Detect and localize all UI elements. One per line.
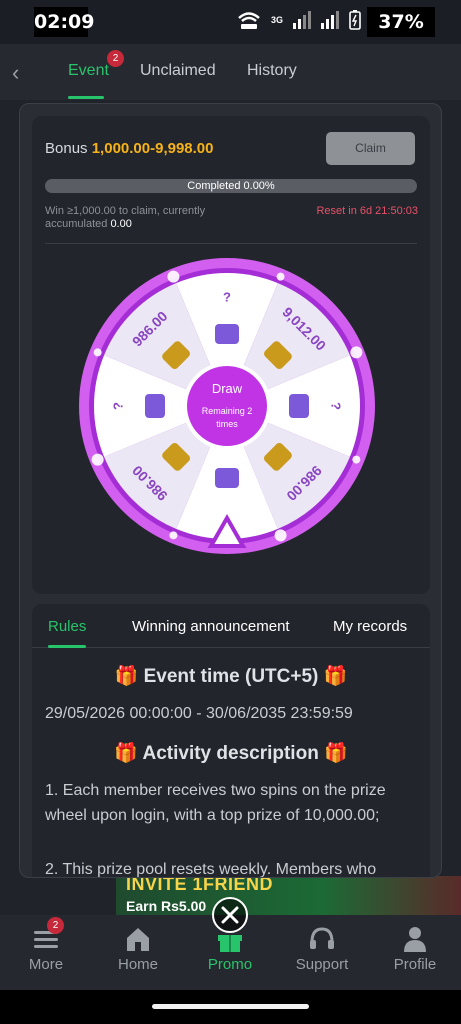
- rim-light: [91, 453, 104, 466]
- prize-icon: [215, 324, 239, 344]
- rim-light: [352, 455, 361, 464]
- banner-subtitle: Earn Rs5.00: [126, 898, 207, 914]
- nav-home-label: Home: [117, 956, 158, 973]
- close-icon: [221, 906, 239, 924]
- rule-paragraph-2: 2. This prize pool resets weekly. Member…: [45, 861, 377, 878]
- network-type: 3G: [270, 15, 283, 25]
- battery-icon: [349, 10, 361, 30]
- wheel-segment-label: ?: [329, 402, 344, 410]
- back-arrow-icon[interactable]: ‹: [12, 60, 19, 86]
- prize-icon: [145, 394, 165, 418]
- tab-winning-announcement[interactable]: Winning announcement: [132, 618, 290, 635]
- nav-support[interactable]: Support: [276, 915, 368, 990]
- rim-light: [274, 529, 287, 542]
- claim-button[interactable]: Claim: [326, 132, 415, 165]
- wheel-segment-label: ?: [223, 289, 231, 304]
- nav-promo-label: Promo: [207, 956, 253, 973]
- rim-light: [93, 348, 102, 357]
- more-badge: 2: [47, 917, 64, 934]
- prize-icon: [289, 394, 309, 418]
- banner-title: INVITE 1FRIEND: [126, 876, 274, 894]
- status-bar: 02:09 3G 37%: [0, 0, 461, 44]
- wifi-icon: [238, 12, 260, 29]
- tab-event[interactable]: Event: [68, 62, 109, 80]
- progress-bar: Completed 0.00%: [45, 179, 417, 193]
- bonus-label-text: Bonus: [45, 140, 88, 157]
- nav-support-label: Support: [295, 956, 349, 973]
- battery-percent: 37%: [367, 7, 435, 37]
- headset-icon: [310, 927, 334, 949]
- tab-my-records[interactable]: My records: [333, 618, 407, 635]
- invite-banner[interactable]: INVITE 1FRIEND Earn Rs5.00: [116, 876, 461, 916]
- person-icon: [404, 927, 426, 952]
- bonus-range: 1,000.00-9,998.00: [91, 140, 214, 157]
- panel-tab-underline: [48, 645, 86, 648]
- rim-light: [167, 270, 180, 283]
- nav-profile-label: Profile: [393, 956, 437, 973]
- rule-paragraph-1: 1. Each member receives two spins on the…: [45, 782, 386, 824]
- bonus-card: Bonus 1,000.00-9,998.00 Claim Completed …: [32, 116, 430, 594]
- tab-underline: [68, 96, 104, 99]
- rim-light: [169, 531, 178, 540]
- wheel-segment-label: ?: [110, 402, 125, 410]
- signal-icon-2: [321, 11, 339, 29]
- tab-history[interactable]: History: [247, 62, 297, 80]
- rim-light: [350, 346, 363, 359]
- home-indicator[interactable]: [152, 1004, 309, 1009]
- tab-rules[interactable]: Rules: [48, 618, 86, 635]
- nav-home[interactable]: Home: [92, 915, 184, 990]
- tab-unclaimed[interactable]: Unclaimed: [140, 62, 216, 80]
- event-badge: 2: [107, 50, 124, 67]
- lucky-wheel-modal: Bonus 1,000.00-9,998.00 Claim Completed …: [19, 103, 442, 878]
- status-icons: 3G: [237, 10, 361, 30]
- reset-countdown: Reset in 6d 21:50:03: [316, 205, 418, 217]
- prize-wheel[interactable]: ?9,012.00?986.00986.00?986.00DrawRemaini…: [77, 256, 377, 556]
- divider: [45, 243, 417, 244]
- nav-more-label: More: [28, 956, 64, 973]
- progress-text: Completed 0.00%: [187, 180, 275, 192]
- event-time-heading: 🎁 Event time (UTC+5) 🎁: [114, 666, 348, 687]
- event-time-range: 29/05/2026 00:00:00 - 30/06/2035 23:59:5…: [45, 705, 353, 722]
- win-note: Win ≥1,000.00 to claim, currently accumu…: [45, 205, 245, 231]
- home-icon: [127, 928, 149, 951]
- rim-light: [276, 272, 285, 281]
- status-time: 02:09: [34, 7, 94, 37]
- signal-icon: [293, 11, 311, 29]
- draw-label: Draw: [212, 381, 243, 396]
- activity-heading: 🎁 Activity description 🎁: [114, 743, 348, 764]
- remaining-label: Remaining 2: [202, 406, 253, 416]
- remaining-unit: times: [216, 419, 238, 429]
- panel-tabs: Rules Winning announcement My records: [32, 604, 430, 648]
- win-note-value: 0.00: [110, 218, 132, 230]
- close-modal-button[interactable]: [212, 897, 248, 933]
- bonus-label: Bonus 1,000.00-9,998.00: [45, 140, 214, 157]
- nav-profile[interactable]: Profile: [369, 915, 461, 990]
- nav-more[interactable]: 2 More: [0, 915, 92, 990]
- prize-icon: [215, 468, 239, 488]
- info-panel: Rules Winning announcement My records 🎁 …: [32, 604, 430, 878]
